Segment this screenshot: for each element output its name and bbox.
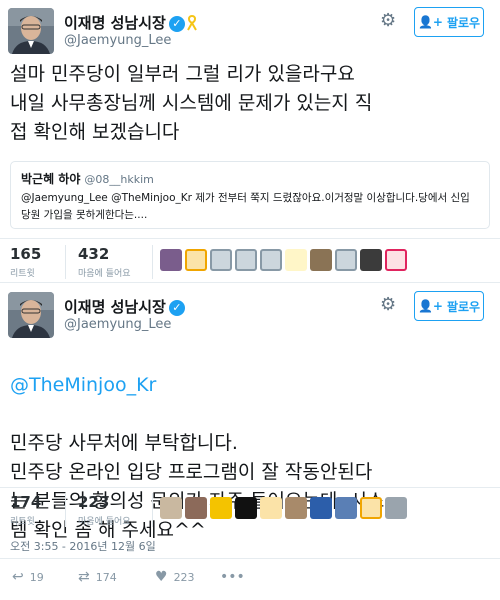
person-plus-icon: 👤+ bbox=[417, 15, 443, 29]
liker-avatar[interactable] bbox=[235, 249, 257, 271]
quoted-handle: @08__hkkim bbox=[84, 173, 154, 186]
liker-avatars bbox=[160, 497, 407, 519]
verified-badge-icon: ✓ bbox=[168, 300, 185, 316]
divider bbox=[0, 487, 500, 488]
tweet-actions: ↩ 19 ⇄ 174 ♥ 223 ••• bbox=[10, 569, 310, 589]
stat-separator bbox=[152, 493, 153, 527]
avatar[interactable] bbox=[8, 8, 54, 54]
display-name[interactable]: 이재명 성남시장 ✓ bbox=[64, 296, 185, 317]
stat-separator bbox=[65, 245, 66, 279]
quoted-tweet[interactable]: 박근혜 하야 @08__hkkim @Jaemyung_Lee @TheMinjo… bbox=[10, 161, 490, 229]
liker-avatar[interactable] bbox=[285, 249, 307, 271]
liker-avatar[interactable] bbox=[310, 497, 332, 519]
tweet-timestamp[interactable]: 오전 3:55 - 2016년 12월 6일 bbox=[10, 538, 156, 554]
liker-avatar[interactable] bbox=[260, 249, 282, 271]
liker-avatar[interactable] bbox=[235, 497, 257, 519]
more-button[interactable]: ••• bbox=[220, 569, 245, 585]
tweet-card-1: 이재명 성남시장 ✓ @Jaemyung_Lee ⚙ 👤+ 팔로우 설마 민주당이… bbox=[0, 0, 500, 283]
like-button[interactable]: ♥ 223 bbox=[155, 569, 195, 585]
liker-avatar[interactable] bbox=[160, 497, 182, 519]
follow-button[interactable]: 👤+ 팔로우 bbox=[414, 291, 484, 321]
user-handle[interactable]: @Jaemyung_Lee bbox=[64, 33, 171, 48]
liker-avatar[interactable] bbox=[385, 497, 407, 519]
liker-avatar[interactable] bbox=[160, 249, 182, 271]
divider bbox=[0, 558, 500, 559]
divider bbox=[0, 238, 500, 239]
heart-icon: ♥ bbox=[155, 569, 168, 585]
display-name[interactable]: 이재명 성남시장 ✓ bbox=[64, 12, 197, 35]
gear-icon[interactable]: ⚙ bbox=[380, 10, 396, 31]
gear-icon[interactable]: ⚙ bbox=[380, 294, 396, 315]
tweet-stats: 174 리트윗 223 마음에 들어요 bbox=[10, 493, 490, 529]
retweet-stat[interactable]: 174 리트윗 bbox=[10, 493, 41, 527]
liker-avatar[interactable] bbox=[385, 249, 407, 271]
liker-avatar[interactable] bbox=[185, 249, 207, 271]
like-stat[interactable]: 223 마음에 들어요 bbox=[78, 493, 131, 527]
follow-button[interactable]: 👤+ 팔로우 bbox=[414, 7, 484, 37]
liker-avatar[interactable] bbox=[185, 497, 207, 519]
liker-avatar[interactable] bbox=[260, 497, 282, 519]
stat-separator bbox=[152, 245, 153, 279]
person-plus-icon: 👤+ bbox=[417, 299, 443, 313]
more-icon: ••• bbox=[220, 569, 245, 585]
liker-avatar[interactable] bbox=[210, 249, 232, 271]
liker-avatar[interactable] bbox=[360, 249, 382, 271]
tweet-stats: 165 리트윗 432 마음에 들어요 bbox=[10, 245, 490, 281]
yellow-ribbon-icon bbox=[186, 14, 197, 35]
tweet-text: 설마 민주당이 일부러 그럴 리가 있을라구요 내일 사무총장님께 시스템에 문… bbox=[10, 63, 373, 143]
quoted-author[interactable]: 박근혜 하야 @08__hkkim bbox=[21, 170, 479, 187]
mention-link[interactable]: @TheMinjoo_Kr bbox=[10, 371, 490, 400]
liker-avatar[interactable] bbox=[335, 249, 357, 271]
retweet-icon: ⇄ bbox=[78, 569, 90, 585]
stat-separator bbox=[65, 493, 66, 527]
tweet-card-2: 이재명 성남시장 ✓ @Jaemyung_Lee ⚙ 👤+ 팔로우 @TheMin… bbox=[0, 284, 500, 600]
reply-icon: ↩ bbox=[12, 569, 24, 585]
liker-avatar[interactable] bbox=[360, 497, 382, 519]
user-handle[interactable]: @Jaemyung_Lee bbox=[64, 317, 171, 332]
liker-avatar[interactable] bbox=[210, 497, 232, 519]
like-stat[interactable]: 432 마음에 들어요 bbox=[78, 245, 131, 279]
retweet-button[interactable]: ⇄ 174 bbox=[78, 569, 117, 585]
liker-avatar[interactable] bbox=[285, 497, 307, 519]
retweet-stat[interactable]: 165 리트윗 bbox=[10, 245, 41, 279]
liker-avatar[interactable] bbox=[335, 497, 357, 519]
liker-avatar[interactable] bbox=[310, 249, 332, 271]
reply-button[interactable]: ↩ 19 bbox=[12, 569, 44, 585]
avatar[interactable] bbox=[8, 292, 54, 338]
quoted-text: @Jaemyung_Lee @TheMinjoo_Kr 제가 전부터 쭉지 드렸… bbox=[21, 192, 470, 221]
verified-badge-icon: ✓ bbox=[168, 16, 185, 32]
liker-avatars bbox=[160, 249, 407, 271]
